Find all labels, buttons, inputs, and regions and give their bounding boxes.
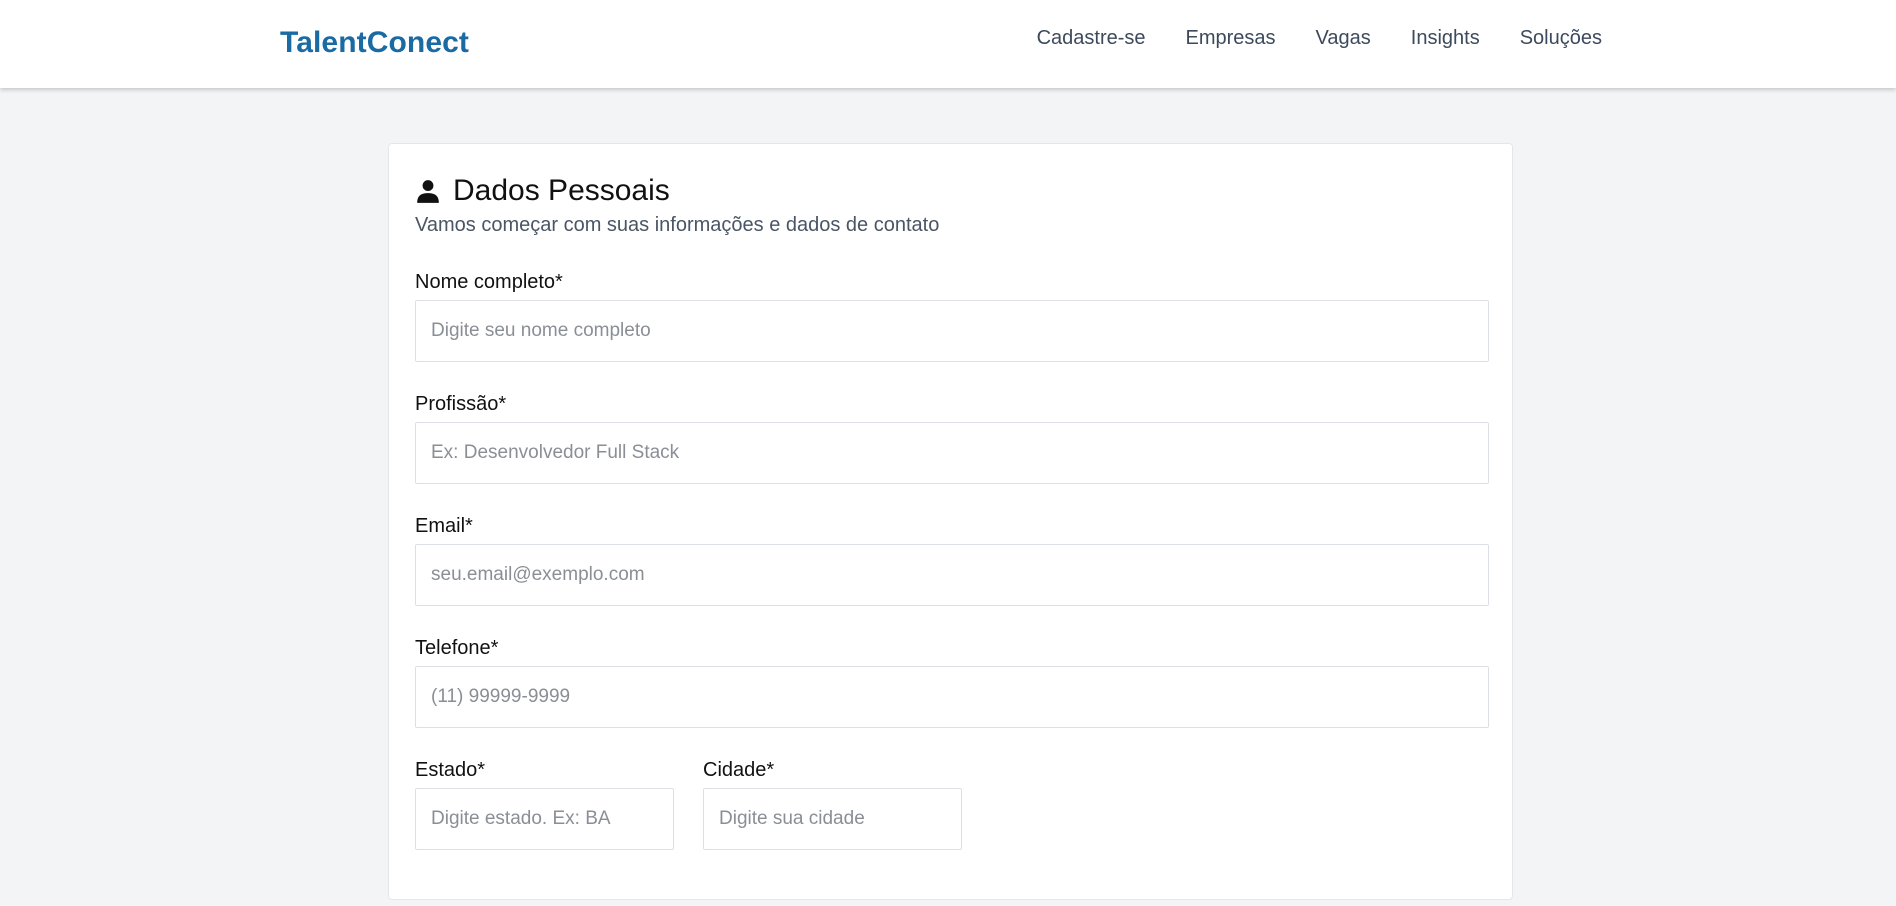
email-label: Email*	[415, 515, 473, 537]
telefone-input[interactable]	[415, 666, 1489, 728]
personal-data-card: Dados Pessoais Vamos começar com suas in…	[388, 143, 1513, 900]
cidade-label: Cidade*	[703, 759, 775, 781]
estado-input[interactable]	[415, 788, 674, 850]
profissao-label: Profissão*	[415, 393, 507, 415]
main-nav: Cadastre-se Empresas Vagas Insights Solu…	[1037, 27, 1602, 50]
profissao-field-group: Profissão*	[415, 392, 1489, 484]
section-title: Dados Pessoais	[453, 174, 670, 207]
profissao-input[interactable]	[415, 422, 1489, 484]
nome-field-group: Nome completo*	[415, 270, 1489, 362]
cidade-field-group: Cidade*	[703, 758, 962, 850]
telefone-label: Telefone*	[415, 637, 499, 659]
email-field-group: Email*	[415, 514, 1489, 606]
brand-logo[interactable]: TalentConect	[280, 26, 469, 60]
nome-label: Nome completo*	[415, 271, 563, 293]
telefone-field-group: Telefone*	[415, 636, 1489, 728]
cidade-input[interactable]	[703, 788, 962, 850]
estado-label: Estado*	[415, 759, 486, 781]
card-header: Dados Pessoais	[415, 174, 670, 208]
nav-link-empresas[interactable]: Empresas	[1186, 27, 1276, 50]
user-icon	[415, 178, 441, 204]
nav-link-solucoes[interactable]: Soluções	[1520, 27, 1602, 50]
nav-link-insights[interactable]: Insights	[1411, 27, 1480, 50]
nav-link-cadastre-se[interactable]: Cadastre-se	[1037, 27, 1146, 50]
estado-field-group: Estado*	[415, 758, 674, 850]
top-navbar: TalentConect Cadastre-se Empresas Vagas …	[0, 0, 1896, 88]
nav-link-vagas[interactable]: Vagas	[1316, 27, 1371, 50]
nome-input[interactable]	[415, 300, 1489, 362]
email-input[interactable]	[415, 544, 1489, 606]
section-subtitle: Vamos começar com suas informações e dad…	[415, 214, 940, 236]
